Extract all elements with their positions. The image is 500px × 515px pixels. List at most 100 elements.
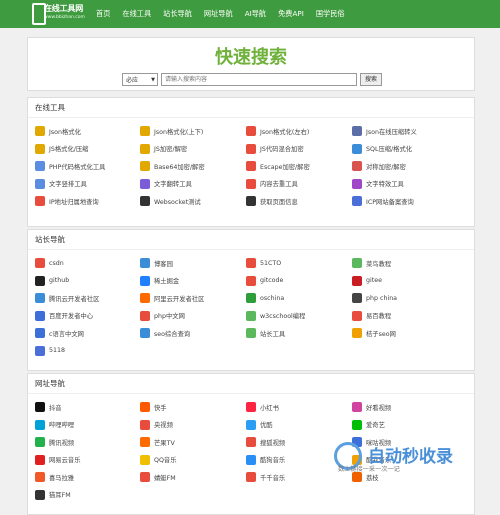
link-item[interactable]: JS加密/解密 [140, 143, 187, 155]
site-logo[interactable]: 在线工具网 www.bbizhan.com [30, 1, 85, 27]
link-item[interactable]: 博客园 [140, 257, 173, 269]
kuaishou-icon [140, 402, 150, 412]
link-item[interactable]: 桔子seo网 [352, 327, 396, 339]
link-item[interactable]: 对称加密/解密 [352, 160, 406, 172]
link-item[interactable]: JS代码混合加密 [246, 143, 304, 155]
douyin-icon [35, 402, 45, 412]
kugou-icon [246, 454, 256, 465]
link-item[interactable]: 优酷 [246, 419, 273, 431]
link-item[interactable]: 文字竖排工具 [35, 178, 87, 190]
cctv-icon [140, 419, 150, 430]
link-item[interactable]: 文字翻转工具 [140, 178, 192, 190]
icp-icon [352, 196, 362, 206]
link-item[interactable]: 好看视频 [352, 401, 391, 413]
link-item[interactable]: Escape加密/解密 [246, 160, 310, 172]
search-title: 快速搜索 [215, 47, 287, 68]
link-item[interactable]: 腾讯云开发者社区 [35, 292, 99, 304]
c-icon [35, 328, 45, 338]
yiibai-icon [352, 310, 362, 321]
link-item[interactable]: Json格式化(上下) [140, 125, 203, 137]
link-item[interactable]: php china [352, 292, 397, 304]
main-nav: 首页 在线工具 站长导航 网址导航 AI导航 免费API 国学民俗 [90, 0, 351, 28]
link-item[interactable]: Base64加密/解密 [140, 160, 205, 172]
link-item[interactable]: gitee [352, 275, 382, 287]
link-item[interactable]: ICP网站备案查询 [352, 195, 414, 207]
nav-item-free-api[interactable]: 免费API [272, 0, 310, 28]
link-item[interactable]: 芒果TV [140, 436, 175, 448]
crypt-icon [352, 161, 362, 171]
link-item[interactable]: 网易云音乐 [35, 454, 80, 466]
nav-item-ai-nav[interactable]: AI导航 [239, 0, 272, 28]
link-item[interactable]: 百度开发者中心 [35, 310, 93, 322]
php-icon [35, 161, 45, 171]
js-icon [140, 143, 150, 154]
nav-item-home[interactable]: 首页 [90, 0, 116, 28]
link-item[interactable]: php中文网 [140, 310, 185, 322]
dedupe-icon [246, 178, 256, 189]
haokan-icon [352, 402, 362, 412]
link-label: QQ音乐 [154, 457, 177, 464]
link-item[interactable]: 哔哩哔哩 [35, 419, 74, 431]
link-item[interactable]: c语言中文网 [35, 327, 84, 339]
nav-item-webmaster-nav[interactable]: 站长导航 [157, 0, 198, 28]
link-item[interactable]: Json在线压缩转义 [352, 125, 417, 137]
search-engine-select[interactable]: 必应 ▼ [122, 73, 158, 86]
link-item[interactable]: 猫耳FM [35, 489, 71, 501]
link-item[interactable]: 酷狗音乐 [246, 454, 285, 466]
link-label: SQL压缩/格式化 [366, 146, 413, 153]
link-item[interactable]: 蜻蜓FM [140, 471, 176, 483]
link-item[interactable]: 获取页面信息 [246, 195, 298, 207]
link-label: 网易云音乐 [49, 457, 81, 464]
link-item[interactable]: 千千音乐 [246, 471, 285, 483]
link-item[interactable]: 站长工具 [246, 327, 285, 339]
link-item[interactable]: 搜狐视频 [246, 436, 285, 448]
link-item[interactable]: Json格式化(左右) [246, 125, 309, 137]
link-item[interactable]: JS格式化/压缩 [35, 143, 88, 155]
link-item[interactable]: IP地址归属地查询 [35, 195, 99, 207]
search-input[interactable] [161, 73, 357, 86]
link-item[interactable]: 51CTO [246, 257, 281, 269]
link-item[interactable]: 小红书 [246, 401, 279, 413]
link-item[interactable]: 抖音 [35, 401, 62, 413]
nav-item-site-nav[interactable]: 网址导航 [198, 0, 239, 28]
escape-icon [246, 161, 256, 171]
link-item[interactable]: 快手 [140, 401, 167, 413]
link-item[interactable]: Json格式化 [35, 125, 81, 137]
link-item[interactable]: PHP代码格式化工具 [35, 160, 105, 172]
link-label: Websocket测试 [154, 198, 201, 206]
qingting-icon [140, 472, 150, 482]
aliyun-icon [140, 293, 150, 303]
link-label: 爱奇艺 [366, 422, 385, 429]
link-item[interactable]: 5118 [35, 345, 65, 357]
link-item[interactable]: 央视频 [140, 419, 173, 431]
nav-item-folk-culture[interactable]: 国学民俗 [310, 0, 351, 28]
tencent-cloud-icon [35, 293, 45, 303]
link-item[interactable]: 腾讯视频 [35, 436, 74, 448]
link-item[interactable]: github [35, 275, 69, 287]
link-item[interactable]: Websocket测试 [140, 195, 201, 207]
link-item[interactable]: seo综合查询 [140, 327, 190, 339]
link-item[interactable]: SQL压缩/格式化 [352, 143, 412, 155]
watermark-subtitle: 数上链接一采一次一记 [338, 466, 400, 473]
flip-icon [140, 178, 150, 189]
link-item[interactable]: csdn [35, 257, 64, 269]
link-item[interactable]: w3cschool编程 [246, 310, 305, 322]
link-item[interactable]: 易百教程 [352, 310, 391, 322]
link-item[interactable]: 喜马拉雅 [35, 471, 74, 483]
nav-item-online-tools[interactable]: 在线工具 [116, 0, 157, 28]
link-item[interactable]: gitcode [246, 275, 283, 287]
link-label: 央视频 [154, 422, 173, 429]
link-item[interactable]: 稀土掘金 [140, 275, 179, 287]
youku-icon [246, 419, 256, 430]
link-item[interactable]: 爱奇艺 [352, 419, 385, 431]
link-item[interactable]: 阿里云开发者社区 [140, 292, 204, 304]
page-icon [246, 196, 256, 206]
search-button[interactable]: 搜索 [360, 73, 383, 86]
link-item[interactable]: 菜鸟教程 [352, 257, 391, 269]
link-item[interactable]: 文字特效工具 [352, 178, 404, 190]
link-item[interactable]: 内容去重工具 [246, 178, 298, 190]
link-item[interactable]: QQ音乐 [140, 454, 177, 466]
link-label: 桔子seo网 [366, 330, 396, 338]
link-item[interactable]: oschina [246, 292, 284, 304]
section-title: 在线工具 [28, 98, 474, 118]
